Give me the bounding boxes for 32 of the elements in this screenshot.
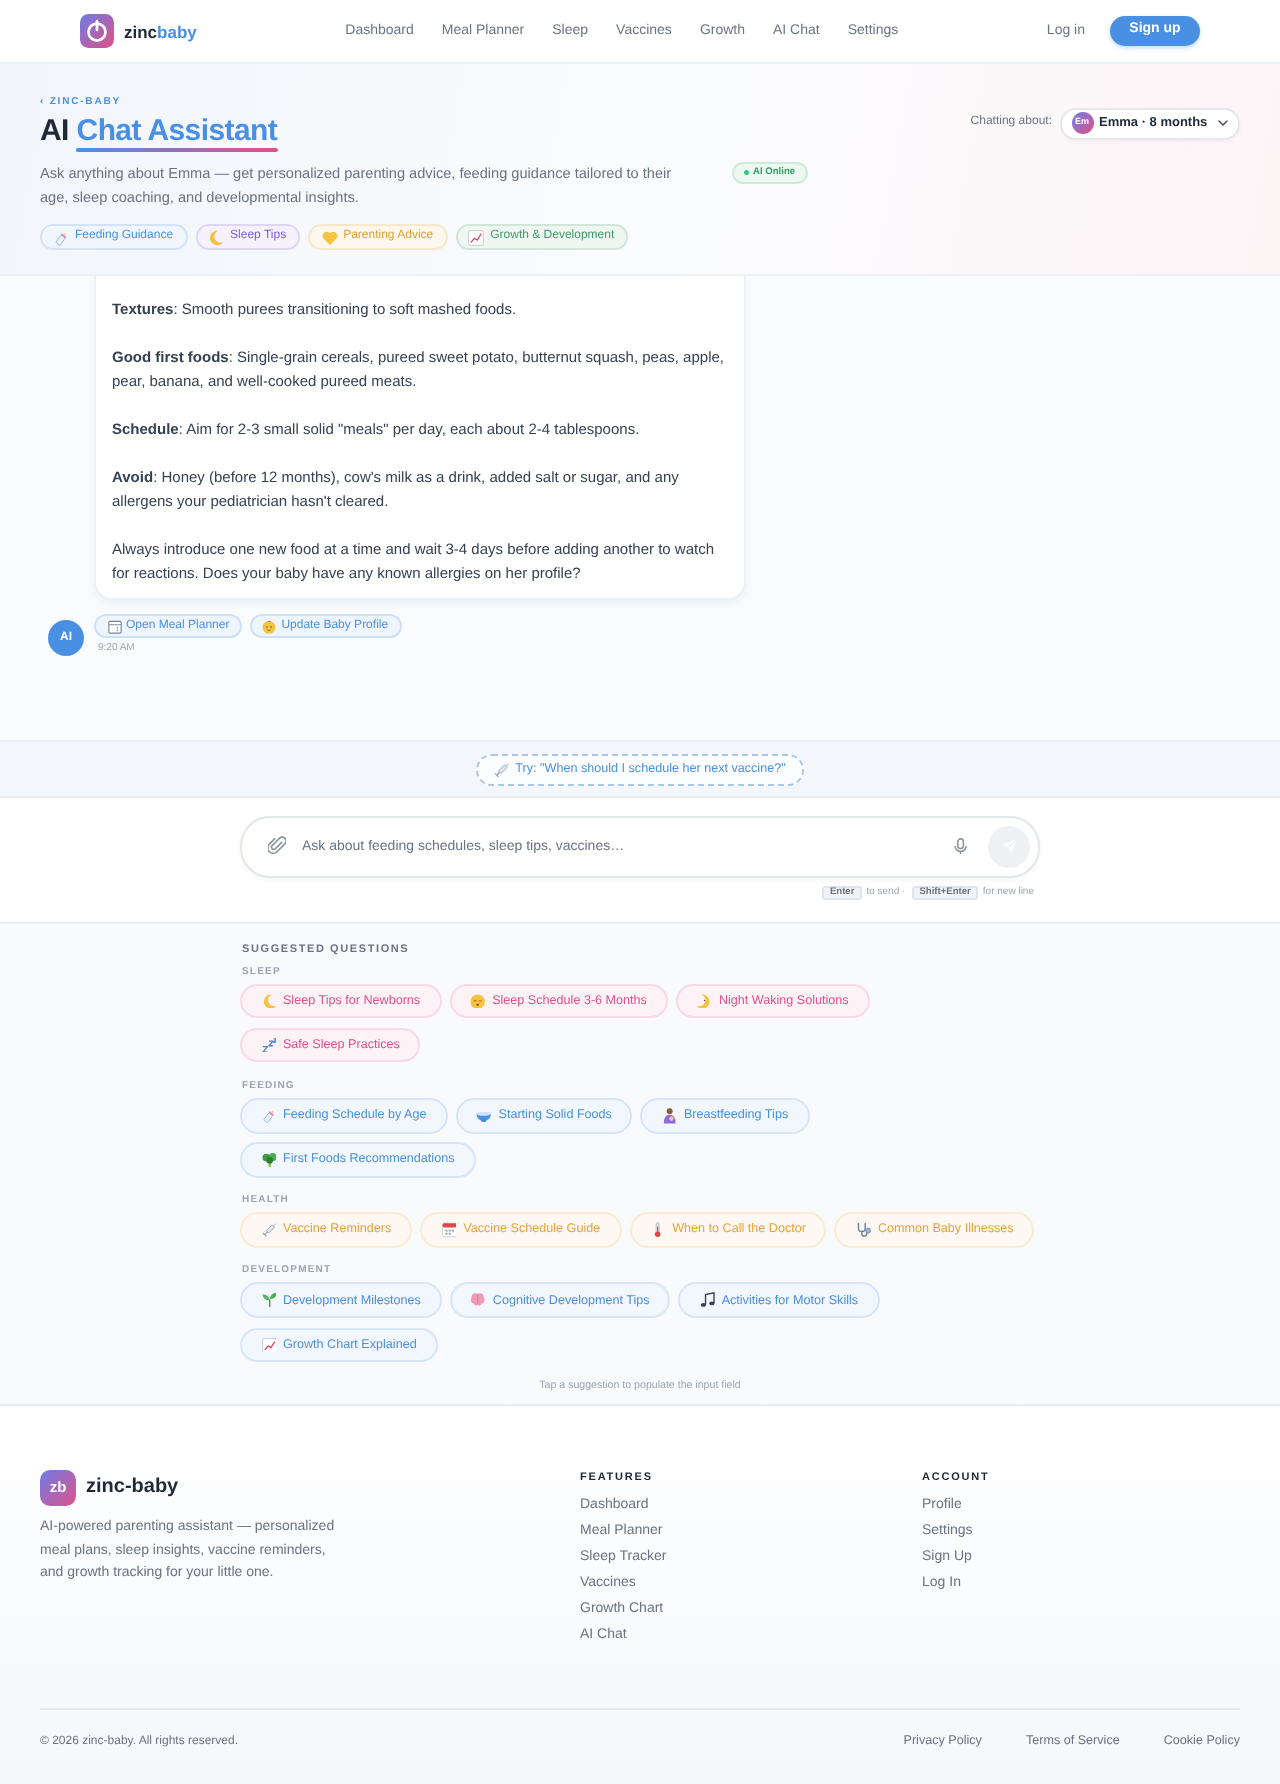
microphone-icon[interactable] [953, 837, 967, 855]
page-title: AI Chat Assistant [40, 114, 278, 152]
crescent-moon-icon [208, 229, 225, 245]
paperclip-icon[interactable] [267, 836, 286, 856]
logo-icon [80, 14, 114, 48]
syringe-icon [261, 1222, 277, 1238]
crescent-moon-icon [261, 993, 277, 1009]
moon-face-icon [696, 993, 713, 1009]
footer-brand-name: zinc-baby [86, 1476, 179, 1500]
snooze-icon [261, 1037, 277, 1053]
syringe-icon [494, 761, 511, 777]
calendar-outline-icon [107, 619, 121, 633]
baby-bottle-icon [261, 1107, 277, 1124]
thermometer-icon [650, 1222, 666, 1238]
baby-face-icon [262, 619, 277, 633]
brain-icon [470, 1292, 487, 1309]
seedling-icon [261, 1292, 277, 1309]
nursing-figure-icon [661, 1107, 678, 1124]
line-chart-icon [468, 229, 485, 245]
brand-name: zincbaby [124, 19, 197, 43]
stethoscope-icon [855, 1222, 872, 1238]
music-notes-icon [699, 1292, 716, 1309]
calendar-icon [441, 1222, 457, 1238]
line-chart-icon [261, 1337, 277, 1353]
baby-bottle-icon [53, 229, 69, 245]
status-dot-icon [744, 170, 749, 175]
paper-plane-icon [1001, 838, 1017, 854]
bowl-icon [476, 1107, 492, 1124]
chevron-down-icon [1218, 120, 1228, 127]
sleeping-face-icon [470, 993, 486, 1009]
broccoli-icon [261, 1152, 277, 1168]
heart-icon [321, 229, 338, 245]
